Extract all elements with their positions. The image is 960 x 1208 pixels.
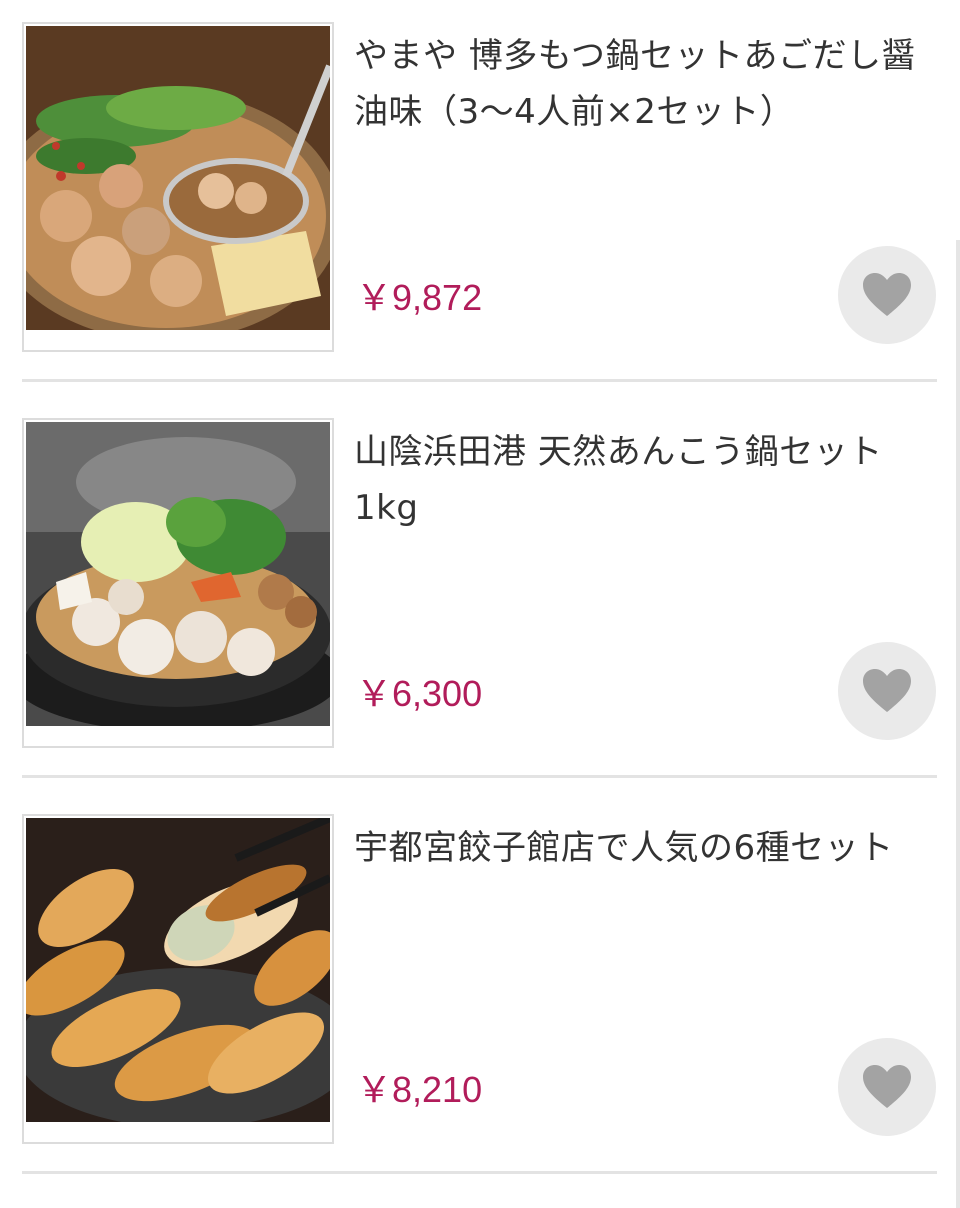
product-image — [26, 422, 330, 726]
product-title[interactable]: やまや 博多もつ鍋セットあごだし醤油味（3〜4人前×2セット） — [354, 28, 934, 140]
product-image-frame[interactable] — [22, 418, 334, 748]
product-title[interactable]: 宇都宮餃子館店で人気の6種セット — [354, 820, 934, 876]
divider — [22, 379, 937, 382]
product-title[interactable]: 山陰浜田港 天然あんこう鍋セット 1kg — [354, 424, 934, 536]
heart-icon — [863, 273, 911, 316]
heart-icon — [863, 669, 911, 712]
motsunabe-image — [26, 26, 330, 330]
product-image-frame[interactable] — [22, 814, 334, 1144]
ankounabe-image — [26, 422, 330, 726]
list-item[interactable]: やまや 博多もつ鍋セットあごだし醤油味（3〜4人前×2セット） ￥9,872 — [22, 22, 937, 382]
product-image — [26, 26, 330, 330]
favorite-button[interactable] — [838, 1038, 936, 1136]
product-price: ￥8,210 — [356, 1069, 483, 1110]
heart-icon — [863, 1065, 911, 1108]
product-image-frame[interactable] — [22, 22, 334, 352]
divider — [22, 775, 937, 778]
product-image — [26, 818, 330, 1122]
divider — [22, 1171, 937, 1174]
favorite-button[interactable] — [838, 642, 936, 740]
product-price: ￥9,872 — [356, 277, 483, 318]
scrollbar[interactable] — [956, 240, 960, 1208]
favorite-button[interactable] — [838, 246, 936, 344]
gyoza-image — [26, 818, 330, 1122]
list-item[interactable]: 山陰浜田港 天然あんこう鍋セット 1kg ￥6,300 — [22, 418, 937, 778]
list-item[interactable]: 宇都宮餃子館店で人気の6種セット ￥8,210 — [22, 814, 937, 1174]
product-price: ￥6,300 — [356, 673, 483, 714]
